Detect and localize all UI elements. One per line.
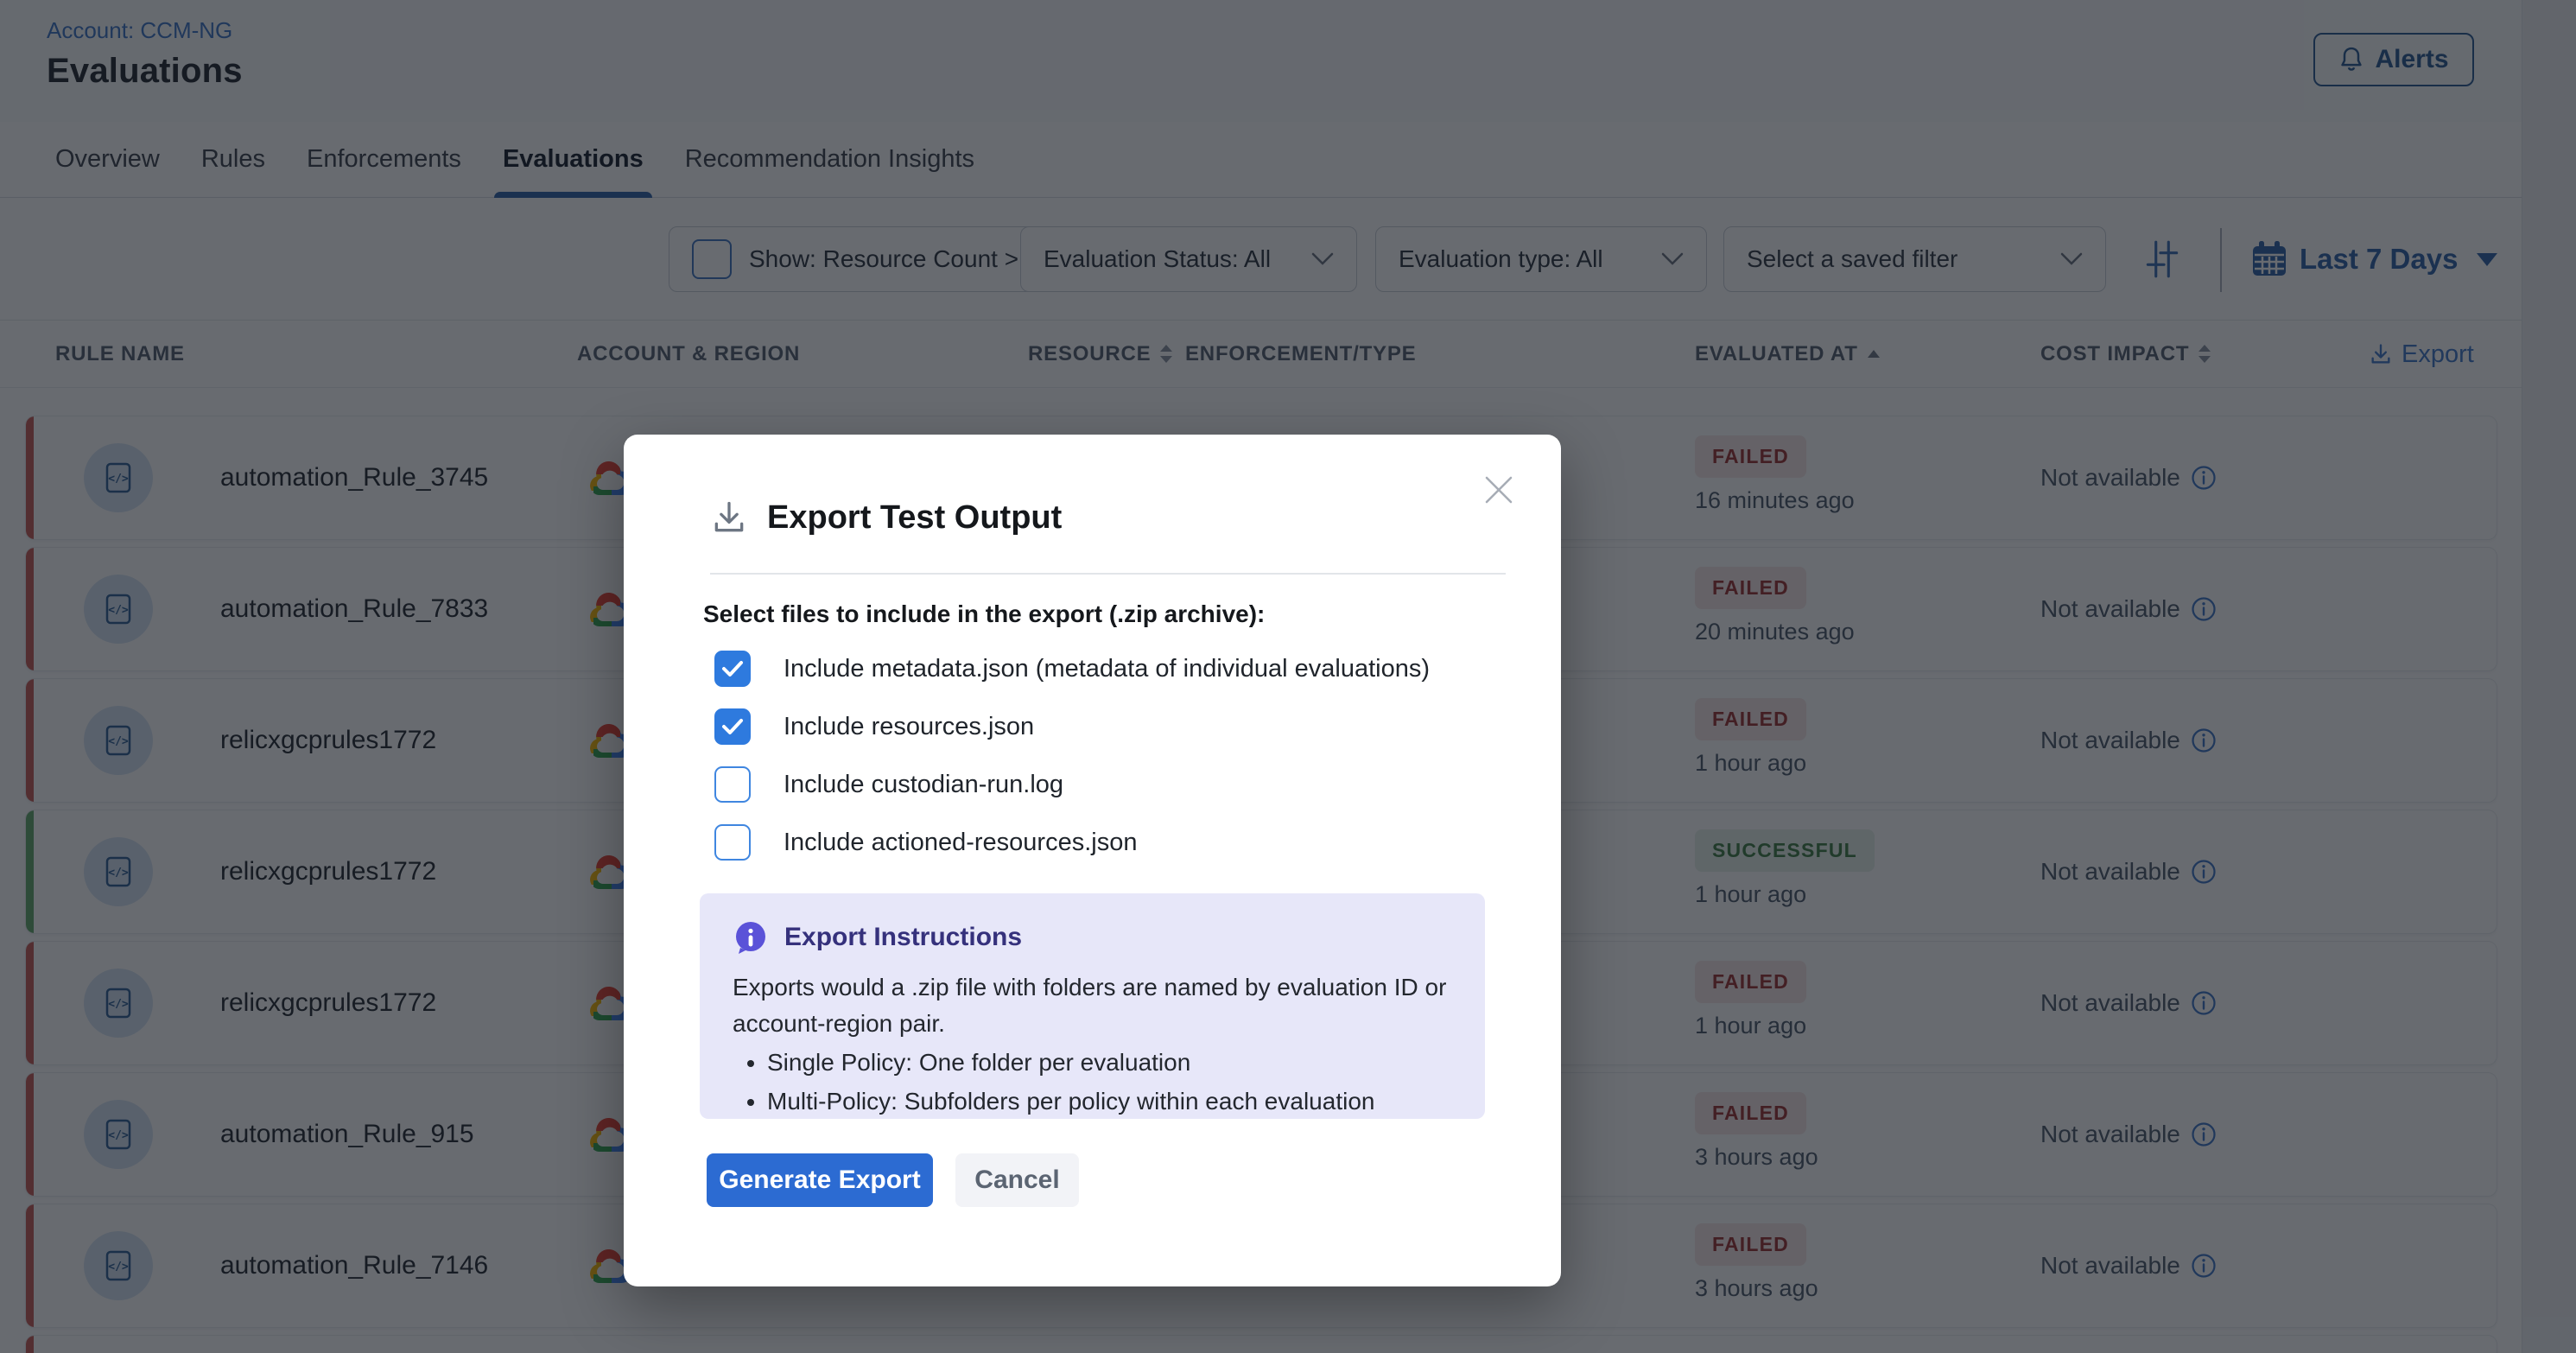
file-checkbox-row[interactable]: Include actioned-resources.json [700,824,1485,861]
checkbox-label: Include metadata.json (metadata of indiv… [784,655,1430,683]
instruction-bullet: Single Policy: One folder per evaluation [767,1045,1452,1081]
modal-buttons: Generate Export Cancel [700,1153,1485,1207]
info-header: Export Instructions [733,919,1452,956]
info-bubble-icon [733,919,769,956]
close-icon[interactable] [1482,473,1516,507]
generate-export-button[interactable]: Generate Export [707,1153,933,1207]
export-instructions-box: Export Instructions Exports would a .zip… [700,893,1485,1119]
export-test-output-modal: Export Test Output Select files to inclu… [624,435,1561,1286]
download-icon [710,499,748,537]
modal-body: Select files to include in the export (.… [700,600,1485,1207]
modal-title: Export Test Output [767,499,1062,537]
file-checkbox-row[interactable]: Include resources.json [700,708,1485,745]
checkbox[interactable] [714,824,751,861]
file-checkbox-row[interactable]: Include metadata.json (metadata of indiv… [700,651,1485,687]
checkbox-label: Include resources.json [784,713,1034,741]
instructions-title: Export Instructions [784,923,1022,952]
instructions-body: Exports would a .zip file with folders a… [733,969,1452,1042]
divider [710,573,1506,575]
instructions-bullets: Single Policy: One folder per evaluation… [745,1045,1452,1119]
modal-title-row: Export Test Output [710,499,1062,537]
file-checkbox-list: Include metadata.json (metadata of indiv… [700,651,1485,861]
checkbox[interactable] [714,708,751,745]
checkbox[interactable] [714,766,751,803]
checkbox-label: Include actioned-resources.json [784,829,1137,857]
checkbox[interactable] [714,651,751,687]
instruction-bullet: Multi-Policy: Subfolders per policy with… [767,1084,1452,1120]
select-files-label: Select files to include in the export (.… [700,600,1485,628]
checkbox-label: Include custodian-run.log [784,771,1063,799]
file-checkbox-row[interactable]: Include custodian-run.log [700,766,1485,803]
cancel-button[interactable]: Cancel [955,1153,1079,1207]
